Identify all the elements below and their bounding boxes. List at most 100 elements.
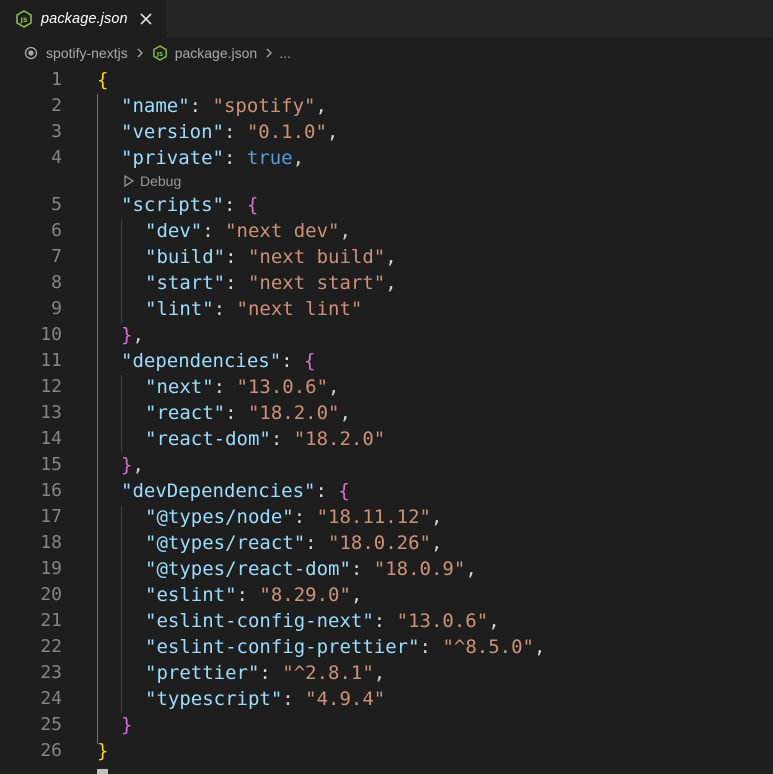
json-key: "devDependencies" [121,480,316,502]
line-number: 24 [40,688,62,709]
line-number: 7 [51,246,62,267]
json-key: "typescript" [145,688,283,710]
code-line[interactable]: 25} [0,712,773,738]
code-line[interactable]: 26} [0,738,773,764]
comma: , [465,558,477,580]
line-number: 19 [40,558,62,579]
line-number: 1 [51,69,62,90]
line-number: 3 [51,121,62,142]
code-line[interactable]: 8 "start": "next start", [0,270,773,296]
json-value: "18.2.0" [293,428,386,450]
json-value: "13.0.6" [396,610,489,632]
line-number: 11 [40,350,62,371]
colon: : [259,662,283,684]
json-key: "eslint-config-prettier" [145,636,420,658]
colon: : [225,246,248,268]
line-number: 5 [51,194,62,215]
code-text: { [97,67,108,93]
comma: , [488,610,500,632]
brace-open: { [304,350,316,372]
codelens-debug[interactable]: Debug [124,171,181,191]
comma: , [339,220,351,242]
code-line[interactable]: 4 "private": true, [0,145,773,171]
svg-text:JS: JS [156,52,163,58]
brace-close: } [121,454,133,476]
code-line[interactable]: 1{ [0,67,773,93]
colon: : [293,506,317,528]
line-number: 16 [40,480,62,501]
code-line[interactable]: 22 "eslint-config-prettier": "^8.5.0", [0,634,773,660]
comma: , [533,636,546,658]
code-text: "lint": "next lint" [145,296,362,322]
code-line[interactable]: 13 "react": "18.2.0", [0,400,773,426]
json-value: "next build" [247,246,386,268]
code-line[interactable]: 9 "lint": "next lint" [0,296,773,322]
code-text: }, [121,452,144,478]
code-line[interactable]: 23 "prettier": "^2.8.1", [0,660,773,686]
code-line[interactable]: 17 "@types/node": "18.11.12", [0,504,773,530]
code-line[interactable]: 10}, [0,322,773,348]
json-value: "18.2.0" [247,402,340,424]
line-number: 10 [40,324,62,345]
code-line[interactable]: 24 "typescript": "4.9.4" [0,686,773,712]
code-line[interactable]: 6 "dev": "next dev", [0,218,773,244]
nodejs-icon: JS [15,10,33,28]
comma: , [431,532,443,554]
brace-close: } [121,714,133,736]
code-line[interactable]: 11 "dependencies": { [0,348,773,374]
svg-text:JS: JS [19,16,27,24]
json-value: "0.1.0" [246,121,327,143]
comma: , [385,272,397,294]
json-key: "prettier" [145,662,260,684]
code-text: "@types/react": "18.0.26", [145,530,442,556]
breadcrumb-file[interactable]: package.json [175,45,258,61]
tab-package-json[interactable]: JS package.json [0,0,166,38]
code-line[interactable]: 15}, [0,452,773,478]
code-line[interactable]: 3 "version": "0.1.0", [0,119,773,145]
brace-open: { [97,69,109,91]
json-key: "@types/node" [145,506,294,528]
play-icon [124,175,136,187]
tab-bar: JS package.json [0,0,773,38]
json-key: "dev" [145,220,203,242]
colon: : [270,428,294,450]
json-key: "dependencies" [121,350,282,372]
json-key: "@types/react" [145,532,306,554]
code-editor[interactable]: Debug 1{2 "name": "spotify", 3 "version": "… [0,68,773,774]
code-text: "build": "next build", [145,244,397,270]
brace-open: { [246,194,259,216]
colon: : [350,558,374,580]
code-text: "name": "spotify", [121,93,327,119]
breadcrumb-more[interactable]: ... [279,45,291,61]
colon: : [282,688,306,710]
code-line[interactable]: 19 "@types/react-dom": "18.0.9", [0,556,773,582]
code-line[interactable]: 12 "next": "13.0.6", [0,374,773,400]
brace-open: { [338,480,350,502]
comma: , [292,147,305,169]
colon: : [223,194,247,216]
code-text: "react-dom": "18.2.0" [145,426,385,452]
json-key: "eslint" [145,584,237,606]
json-value: "13.0.6" [236,376,329,398]
json-value: "8.29.0" [259,584,351,606]
code-line[interactable]: 7 "build": "next build", [0,244,773,270]
json-value: true [246,147,293,169]
json-value: "4.9.4" [305,688,386,710]
code-line[interactable]: 20 "eslint": "8.29.0", [0,582,773,608]
code-line[interactable]: 2 "name": "spotify", [0,93,773,119]
code-line[interactable]: 14 "react-dom": "18.2.0" [0,426,773,452]
json-key: "scripts" [121,194,224,216]
colon: : [213,376,237,398]
colon: : [223,121,247,143]
code-line[interactable]: 16 "devDependencies": { [0,478,773,504]
code-line[interactable]: 5 "scripts": { [0,192,773,218]
code-line[interactable]: 18 "@types/react": "18.0.26", [0,530,773,556]
json-key: "build" [145,246,226,268]
close-icon[interactable] [138,11,154,27]
code-line[interactable]: 21 "eslint-config-next": "13.0.6", [0,608,773,634]
line-number: 22 [40,636,62,657]
breadcrumb-folder[interactable]: spotify-nextjs [46,45,128,61]
json-key: "private" [121,147,224,169]
json-value: "next start" [247,272,386,294]
colon: : [225,272,248,294]
